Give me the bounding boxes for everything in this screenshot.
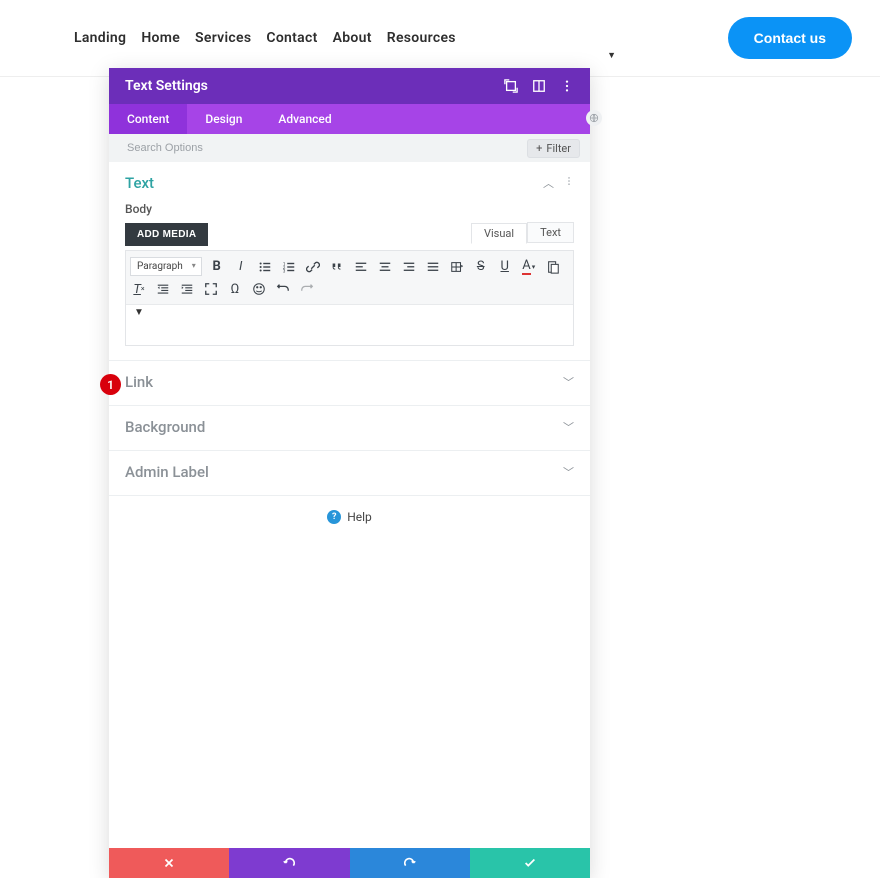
globe-icon[interactable] [586, 110, 602, 126]
nav-item-home[interactable]: Home [141, 30, 180, 46]
text-settings-modal: Text Settings Content Design Advanced + … [109, 68, 590, 878]
text-color-icon[interactable]: A▾ [520, 258, 538, 276]
undo-footer-button[interactable] [229, 848, 349, 878]
editor-tab-visual[interactable]: Visual [471, 223, 527, 244]
admin-label-section[interactable]: Admin Label ﹀ [109, 451, 590, 496]
modal-body-fill [109, 538, 590, 848]
redo-footer-button[interactable] [350, 848, 470, 878]
clear-format-icon[interactable]: T× [130, 280, 148, 298]
redo-icon[interactable] [298, 280, 316, 298]
numbered-list-icon[interactable]: 123 [280, 258, 298, 276]
search-bar: + Filter [109, 134, 590, 162]
contact-us-button[interactable]: Contact us [728, 17, 852, 59]
modal-title: Text Settings [125, 78, 208, 94]
section-more-icon[interactable] [564, 174, 574, 192]
align-right-icon[interactable] [400, 258, 418, 276]
svg-text:3: 3 [283, 269, 286, 274]
nav-item-services[interactable]: Services [195, 30, 251, 46]
caret-marker-icon: ▼ [134, 307, 144, 318]
callout-badge-1: 1 [100, 374, 121, 395]
modal-footer [109, 848, 590, 878]
section-title-link: Link [125, 373, 153, 391]
nav-links: Landing Home Services Contact About Reso… [74, 30, 456, 46]
link-section[interactable]: Link ﹀ [109, 361, 590, 406]
strikethrough-icon[interactable]: S [472, 258, 490, 276]
section-title-background: Background [125, 418, 205, 436]
indent-icon[interactable] [178, 280, 196, 298]
help-link[interactable]: ? Help [109, 496, 590, 538]
editor-toolbar: Paragraph B I 123 S U A▾ [126, 251, 573, 305]
help-icon: ? [327, 510, 341, 524]
table-icon[interactable] [448, 258, 466, 276]
more-options-icon[interactable] [560, 79, 574, 93]
align-left-icon[interactable] [352, 258, 370, 276]
filter-button-label: Filter [546, 142, 571, 155]
search-input[interactable] [127, 142, 527, 154]
expand-icon[interactable] [504, 79, 518, 93]
tab-design[interactable]: Design [187, 104, 260, 134]
section-title-text: Text [125, 174, 154, 192]
bullet-list-icon[interactable] [256, 258, 274, 276]
columns-icon[interactable] [532, 79, 546, 93]
header-icons [504, 79, 574, 93]
outdent-icon[interactable] [154, 280, 172, 298]
chevron-down-icon: ﹀ [563, 419, 574, 435]
confirm-button[interactable] [470, 848, 590, 878]
add-media-button[interactable]: ADD MEDIA [125, 223, 208, 246]
nav-item-about[interactable]: About [333, 30, 372, 46]
background-section[interactable]: Background ﹀ [109, 406, 590, 451]
special-char-icon[interactable]: Ω [226, 280, 244, 298]
chevron-down-icon: ﹀ [563, 374, 574, 390]
modal-header: Text Settings [109, 68, 590, 104]
undo-icon[interactable] [274, 280, 292, 298]
link-icon[interactable] [304, 258, 322, 276]
close-button[interactable] [109, 848, 229, 878]
editor-content-area[interactable]: ▼ [126, 305, 573, 345]
editor-box: Paragraph B I 123 S U A▾ [125, 250, 574, 346]
paste-icon[interactable] [544, 258, 562, 276]
emoji-icon[interactable] [250, 280, 268, 298]
help-label: Help [347, 510, 372, 524]
nav-item-resources[interactable]: Resources [387, 30, 456, 46]
tab-advanced[interactable]: Advanced [260, 104, 349, 134]
quote-icon[interactable] [328, 258, 346, 276]
plus-icon: + [536, 142, 542, 155]
text-section: Text ︿ Body ADD MEDIA Visual Text Paragr… [109, 162, 590, 361]
underline-icon[interactable]: U [496, 258, 514, 276]
tab-content[interactable]: Content [109, 104, 187, 134]
nav-item-landing[interactable]: Landing [74, 30, 126, 46]
chevron-down-icon: ﹀ [563, 464, 574, 480]
fullscreen-icon[interactable] [202, 280, 220, 298]
filter-button[interactable]: + Filter [527, 139, 580, 158]
align-center-icon[interactable] [376, 258, 394, 276]
dropdown-arrow-icon: ▼ [607, 50, 616, 61]
italic-icon[interactable]: I [232, 258, 250, 276]
modal-tabs: Content Design Advanced [109, 104, 590, 134]
format-select[interactable]: Paragraph [130, 257, 202, 276]
align-justify-icon[interactable] [424, 258, 442, 276]
nav-item-contact[interactable]: Contact [266, 30, 317, 46]
editor-tab-text[interactable]: Text [527, 222, 574, 243]
top-nav: Landing Home Services Contact About Reso… [0, 0, 880, 77]
section-title-admin-label: Admin Label [125, 463, 209, 481]
body-label: Body [125, 202, 574, 216]
chevron-up-icon[interactable]: ︿ [543, 175, 554, 191]
editor-mode-tabs: Visual Text [471, 222, 574, 243]
bold-icon[interactable]: B [208, 258, 226, 276]
